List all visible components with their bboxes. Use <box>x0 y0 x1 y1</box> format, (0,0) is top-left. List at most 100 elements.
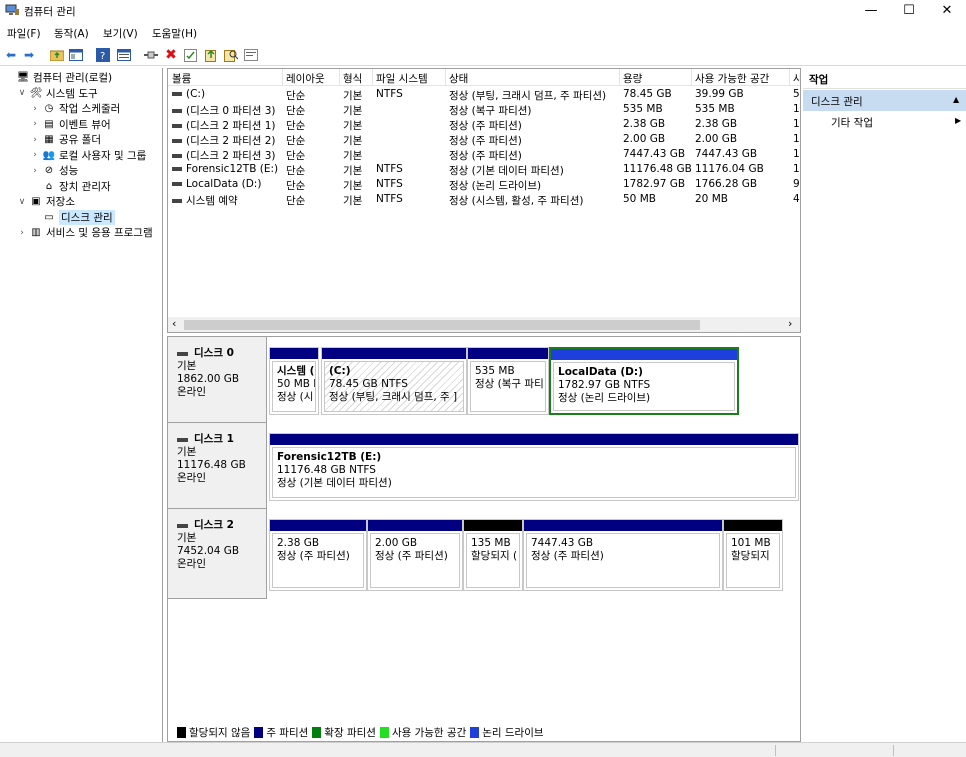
tree-item-services[interactable]: › ▥ 서비스 및 응용 프로그램 <box>17 225 152 240</box>
tree-item-storage[interactable]: ∨ ▣ 저장소 <box>17 194 75 209</box>
table-cell: 9( <box>793 178 800 190</box>
partition[interactable]: 101 MB 할당되지 <box>723 519 783 591</box>
partition-line: 정상 (시 <box>277 391 314 403</box>
refresh-icon[interactable] <box>243 47 259 63</box>
disk-type: 기본 <box>177 446 197 458</box>
table-row[interactable]: 시스템 예약 단순 기본 NTFS 정상 (시스템, 활성, 주 파티션) 50 MB 20… <box>168 192 800 207</box>
tree-item-performance[interactable]: › ⊘ 성능 <box>30 163 78 178</box>
check-icon[interactable] <box>182 47 198 63</box>
volume-list: 볼륨 레이아웃형식파일 시스템상태 용량사용 가능한 공간사 (C:)단순기본NTF… <box>167 68 801 333</box>
help-icon[interactable]: ? <box>95 47 111 63</box>
expand-arrow-icon[interactable]: › <box>30 135 40 145</box>
partition-line: 50 MB I <box>277 378 316 390</box>
expand-arrow-icon[interactable]: › <box>30 104 40 114</box>
expand-arrow-icon[interactable]: › <box>30 166 40 176</box>
partition[interactable]: 7447.43 GB 정상 (주 파티션) <box>523 519 723 591</box>
close-button[interactable]: ✕ <box>928 0 966 22</box>
table-cell: NTFS <box>376 163 403 175</box>
partition[interactable]: 135 MB 할당되지 ( <box>463 519 523 591</box>
table-row[interactable]: (디스크 2 파티션 3) 단순 기본 정상 (주 파티션) 7447.43 GB 744… <box>168 147 800 162</box>
tree-item-shared-folder[interactable]: › ▦ 공유 폴더 <box>30 132 101 147</box>
volume-name: Forensic12TB (E:) <box>186 163 279 175</box>
menu-help[interactable]: 도움말(H) <box>152 26 197 41</box>
partition-info: 7447.43 GB 정상 (주 파티션) <box>526 533 720 588</box>
disk-name-text: 디스크 0 <box>194 347 234 359</box>
tree-item-users[interactable]: › 👥 로컬 사용자 및 그룹 <box>30 148 146 163</box>
actions-section-disk-management[interactable]: 디스크 관리 ▲ <box>803 90 966 111</box>
scroll-right-icon[interactable]: › <box>788 317 792 330</box>
volume-icon <box>172 182 182 186</box>
partition[interactable]: 시스템 (50 MB I 정상 (시 <box>269 347 319 415</box>
tree-item-disk-management[interactable]: ▭ 디스크 관리 <box>30 209 115 225</box>
partition[interactable]: Forensic12TB (E:) 11176.48 GB NTFS 정상 (기본 … <box>269 433 799 501</box>
clock-icon: ◷ <box>44 103 54 114</box>
tree-item-label: 이벤트 뷰어 <box>59 118 111 131</box>
console-tree-icon[interactable] <box>68 47 84 63</box>
column-header[interactable]: 볼륨 <box>172 71 282 86</box>
forward-arrow-icon[interactable]: ➡ <box>21 47 37 63</box>
partition-bar <box>322 348 466 359</box>
partition[interactable]: 2.38 GB 정상 (주 파티션) <box>269 519 367 591</box>
menu-view[interactable]: 보기(V) <box>103 26 138 41</box>
properties-icon[interactable] <box>116 47 132 63</box>
tree-item-computer[interactable]: 🖥 컴퓨터 관리(로컬) <box>4 70 113 85</box>
legend-swatch <box>470 726 480 738</box>
partition[interactable]: 535 MB 정상 (복구 파티 <box>467 347 549 415</box>
scroll-left-icon[interactable]: ‹ <box>172 317 176 330</box>
legend-label: 확장 파티션 <box>324 726 376 739</box>
actions-header: 작업 <box>803 68 966 89</box>
table-cell: 535 MB <box>623 103 663 115</box>
table-cell: 2.38 GB <box>623 118 666 130</box>
expand-arrow-icon[interactable]: › <box>17 228 27 238</box>
horizontal-scrollbar[interactable]: ‹ › <box>168 317 800 332</box>
table-cell: 단순 <box>286 120 306 132</box>
expand-arrow-icon[interactable]: › <box>30 150 40 160</box>
menu-file[interactable]: 파일(F) <box>7 26 41 41</box>
delete-icon[interactable]: ✖ <box>163 47 179 63</box>
expand-arrow-icon[interactable]: › <box>30 119 40 129</box>
collapse-arrow-icon[interactable]: ▲ <box>953 95 959 104</box>
column-header[interactable]: 용량 <box>623 71 693 86</box>
tree-item-device-manager[interactable]: ⌂ 장치 관리자 <box>30 179 111 194</box>
partition[interactable]: LocalData (D:) 1782.97 GB NTFS 정상 (논리 드라이브… <box>549 347 739 415</box>
tree-item-tools[interactable]: ∨ 🛠 시스템 도구 <box>17 86 98 101</box>
table-cell: 기본 <box>343 180 363 192</box>
menu-action[interactable]: 동작(A) <box>54 26 89 41</box>
partition-info: Forensic12TB (E:) 11176.48 GB NTFS 정상 (기본 … <box>272 447 796 498</box>
more-actions-item[interactable]: 기타 작업 ▶ <box>803 112 966 130</box>
column-header[interactable]: 형식 <box>343 71 373 86</box>
minimize-button[interactable]: — <box>852 0 890 22</box>
tree-item-clock[interactable]: › ◷ 작업 스케줄러 <box>30 101 120 116</box>
maximize-button[interactable]: ☐ <box>890 0 928 22</box>
column-header[interactable]: 상태 <box>449 71 619 86</box>
storage-icon: ▣ <box>31 196 41 207</box>
tree-item-event-viewer[interactable]: › ▤ 이벤트 뷰어 <box>30 117 111 132</box>
table-row[interactable]: Forensic12TB (E:) 단순 기본 NTFS 정상 (기본 데이터 파티션)… <box>168 162 800 177</box>
table-cell: 11176.48 GB <box>623 163 692 175</box>
table-row[interactable]: (디스크 2 파티션 2) 단순 기본 정상 (주 파티션) 2.00 GB 2.00 G… <box>168 132 800 147</box>
column-header[interactable]: 파일 시스템 <box>376 71 446 86</box>
expand-arrow-icon[interactable]: ∨ <box>17 88 27 98</box>
table-cell: 50 MB <box>623 193 656 205</box>
export-icon[interactable] <box>203 47 219 63</box>
up-folder-icon[interactable] <box>49 47 65 63</box>
column-header[interactable]: 사 <box>793 71 800 86</box>
expand-arrow-icon[interactable]: ∨ <box>17 197 27 207</box>
partition-line: 정상 (주 파티션) <box>277 550 350 562</box>
partition[interactable]: 2.00 GB 정상 (주 파티션) <box>367 519 463 591</box>
scrollbar-thumb[interactable] <box>184 320 700 330</box>
table-row[interactable]: (C:) 단순 기본 NTFS 정상 (부팅, 크래시 덤프, 주 파티션) 78.45 … <box>168 87 800 102</box>
table-row[interactable]: (디스크 2 파티션 1) 단순 기본 정상 (주 파티션) 2.38 GB 2.38 G… <box>168 117 800 132</box>
tree-item-label: 디스크 관리 <box>59 209 115 225</box>
disk-size: 7452.04 GB <box>177 545 240 557</box>
column-header[interactable]: 레이아웃 <box>286 71 341 86</box>
connect-icon[interactable] <box>143 47 159 63</box>
column-header[interactable]: 사용 가능한 공간 <box>695 71 790 86</box>
table-row[interactable]: LocalData (D:) 단순 기본 NTFS 정상 (논리 드라이브) 1782.9… <box>168 177 800 192</box>
table-row[interactable]: (디스크 0 파티션 3) 단순 기본 정상 (복구 파티션) 535 MB 535 MB… <box>168 102 800 117</box>
partition[interactable]: (C:) 78.45 GB NTFS 정상 (부팅, 크래시 덤프, 주 ] <box>321 347 467 415</box>
disk-name: 디스크 2 <box>177 519 266 532</box>
partition-line: 78.45 GB NTFS <box>329 378 408 390</box>
back-arrow-icon[interactable]: ⬅ <box>3 47 19 63</box>
search-icon[interactable] <box>223 47 239 63</box>
